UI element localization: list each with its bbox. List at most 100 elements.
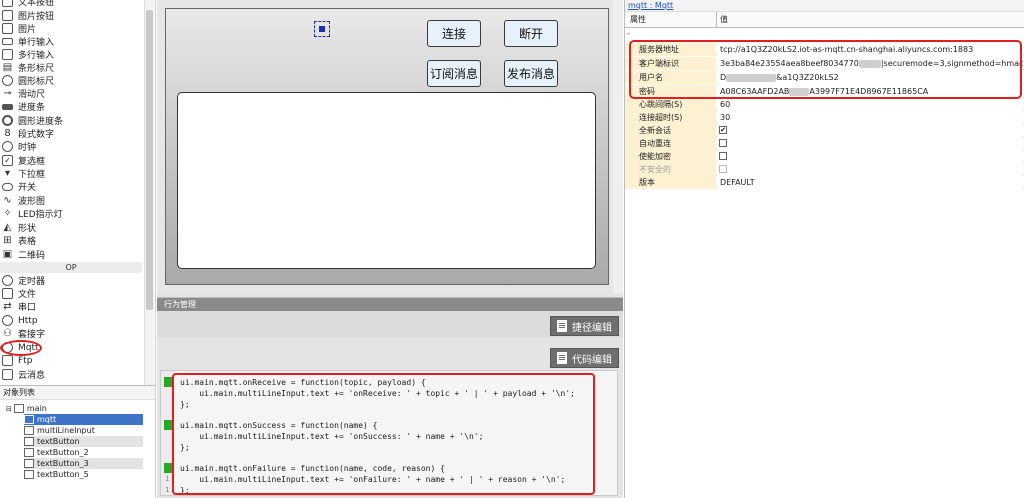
tree-node-multilineinput[interactable]: multiLineInput (24, 425, 143, 436)
code-edit-button[interactable]: 代码编辑 (550, 348, 619, 368)
palette-item-qrcode[interactable]: ▣ 二维码 (2, 248, 142, 261)
palette-item-dropdown[interactable]: ▾ 下拉框 (2, 167, 142, 180)
palette-item-image-button[interactable]: 图片按钮 (2, 9, 142, 22)
palette-item-shape[interactable]: ◭ 形状 (2, 221, 142, 234)
palette-item-switch[interactable]: 开关 (2, 180, 142, 193)
switch-icon (2, 182, 13, 191)
code-editor[interactable]: 1 1 ui.main.mqtt.onReceive = function(to… (160, 370, 618, 496)
design-canvas: 连接 断开 订阅消息 发布消息 (157, 0, 623, 293)
palette-item-socket[interactable]: ⚇ 套接字 (2, 327, 142, 340)
palette-item-label: 开关 (18, 183, 37, 193)
palette-item-slider[interactable]: ⊸ 滑动尺 (2, 87, 142, 100)
waveform-icon: ∿ (3, 195, 12, 206)
palette-item-file[interactable]: 文件 (2, 287, 142, 300)
palette-item-label: 多行输入 (18, 51, 55, 61)
property-value (717, 163, 1023, 176)
button-icon (24, 459, 34, 468)
subscribe-button[interactable]: 订阅消息 (427, 60, 481, 87)
palette-item-serial-port[interactable]: ⇄ 串口 (2, 300, 142, 313)
palette-item-label: 进度条 (18, 103, 46, 113)
shortcut-edit-label: 捷径编辑 (572, 322, 612, 334)
palette-item-label: 圆形标尺 (18, 77, 55, 87)
collapse-icon[interactable]: - (627, 30, 635, 38)
device-preview[interactable]: 连接 断开 订阅消息 发布消息 (165, 8, 609, 285)
property-value[interactable]: DEFAULT (717, 176, 1023, 189)
multi-line-input-icon (24, 426, 34, 435)
palette-item-bar-ruler[interactable]: ▤ 条形标尺 (2, 61, 142, 74)
mqtt-component-marker[interactable] (314, 21, 330, 37)
line-number: 1 (165, 486, 170, 494)
line-number: 1 (165, 475, 170, 483)
circular-progress-icon (2, 115, 13, 126)
palette-item-gauge[interactable]: 圆形标尺 (2, 74, 142, 87)
palette-item-label: 文件 (18, 290, 37, 300)
scrollbar-thumb[interactable] (146, 10, 153, 310)
property-row-encryption[interactable]: 使能加密 (625, 150, 1024, 163)
multi-line-input-icon (2, 49, 13, 60)
tree-node-label: textButton_2 (37, 448, 89, 457)
property-row-auto-reconnect[interactable]: 自动重连 (625, 137, 1024, 150)
properties-column-header: 属性 值 (625, 12, 1024, 28)
file-icon (2, 288, 13, 299)
property-key: 心跳间隔(S) (625, 98, 716, 111)
cloud-message-icon (2, 369, 13, 380)
palette-item-label: Ftp (18, 355, 33, 366)
palette-item-cloud-message[interactable]: 云消息 (2, 368, 142, 381)
clean-session-checkbox[interactable]: ✔ (719, 126, 727, 134)
edit-icon (557, 320, 567, 332)
palette-item-text-button[interactable]: 文本按钮 (2, 0, 142, 8)
palette-item-table[interactable]: ⊞ 表格 (2, 234, 142, 247)
connect-button[interactable]: 连接 (427, 20, 481, 47)
palette-item-circular-progress[interactable]: 圆形进度条 (2, 114, 142, 127)
palette-item-http[interactable]: Http (2, 314, 142, 327)
multi-line-input[interactable] (177, 92, 596, 269)
palette-item-segment-digit[interactable]: 8 段式数字 (2, 127, 142, 140)
palette-item-clock[interactable]: 时钟 (2, 140, 142, 153)
auto-reconnect-checkbox[interactable] (719, 139, 727, 147)
palette-item-label: 滑动尺 (18, 90, 46, 100)
clock-icon (2, 141, 13, 152)
canvas-scrollbar[interactable] (613, 0, 623, 293)
palette-item-progress-bar[interactable]: 进度条 (2, 100, 142, 113)
tree-node-textbutton-5[interactable]: textButton_5 (24, 469, 143, 480)
column-divider[interactable] (716, 12, 717, 28)
publish-button[interactable]: 发布消息 (504, 60, 558, 87)
palette-item-led[interactable]: ✧ LED指示灯 (2, 207, 142, 220)
tree-node-textbutton-2[interactable]: textButton_2 (24, 447, 143, 458)
property-value[interactable]: 30 (717, 111, 1023, 124)
palette-scrollbar[interactable] (144, 0, 154, 385)
tree-node-label: textButton (37, 437, 80, 446)
property-row-version[interactable]: 版本 DEFAULT (625, 176, 1024, 189)
tree-node-textbutton-3[interactable]: textButton_3 (24, 458, 143, 469)
single-line-input-icon (2, 38, 13, 45)
property-row-keepalive[interactable]: 心跳间隔(S) 60 (625, 98, 1024, 111)
property-key: 自动重连 (625, 137, 716, 150)
tree-node-mqtt[interactable]: mqtt (24, 414, 143, 425)
tree-node-label: mqtt (37, 415, 57, 424)
insecure-checkbox (719, 165, 727, 173)
column-property: 属性 (630, 15, 646, 24)
palette-item-multi-line-input[interactable]: 多行输入 (2, 48, 142, 61)
properties-object-link[interactable]: mqtt : Mqtt (625, 0, 1024, 12)
collapse-icon[interactable]: ⊟ (6, 405, 12, 413)
bar-ruler-icon: ▤ (2, 62, 13, 73)
property-row-clean-session[interactable]: 全新会话 ✔ (625, 124, 1024, 137)
properties-highlight-ring (629, 40, 1022, 99)
palette-item-single-line-input[interactable]: 单行输入 (2, 35, 142, 48)
center-workspace: 连接 断开 订阅消息 发布消息 行为管理 捷径编辑 代码编辑 1 1 ui.ma… (157, 0, 623, 498)
shape-icon: ◭ (3, 222, 12, 233)
shortcut-edit-button[interactable]: 捷径编辑 (550, 316, 619, 336)
form-icon (13, 404, 24, 413)
property-value[interactable]: 60 (717, 98, 1023, 111)
tree-node-textbutton[interactable]: textButton (24, 436, 143, 447)
property-key: 使能加密 (625, 150, 716, 163)
palette-item-waveform[interactable]: ∿ 波形图 (2, 194, 142, 207)
tree-node-main[interactable]: ⊟ main (6, 403, 47, 414)
palette-item-checkbox[interactable]: ✓ 复选框 (2, 154, 142, 167)
palette-item-label: 云消息 (18, 371, 46, 381)
palette-item-image[interactable]: 图片 (2, 22, 142, 35)
encryption-checkbox[interactable] (719, 152, 727, 160)
property-row-timeout[interactable]: 连接超时(S) 30 (625, 111, 1024, 124)
disconnect-button[interactable]: 断开 (504, 20, 558, 47)
palette-item-timer[interactable]: 定时器 (2, 274, 142, 287)
